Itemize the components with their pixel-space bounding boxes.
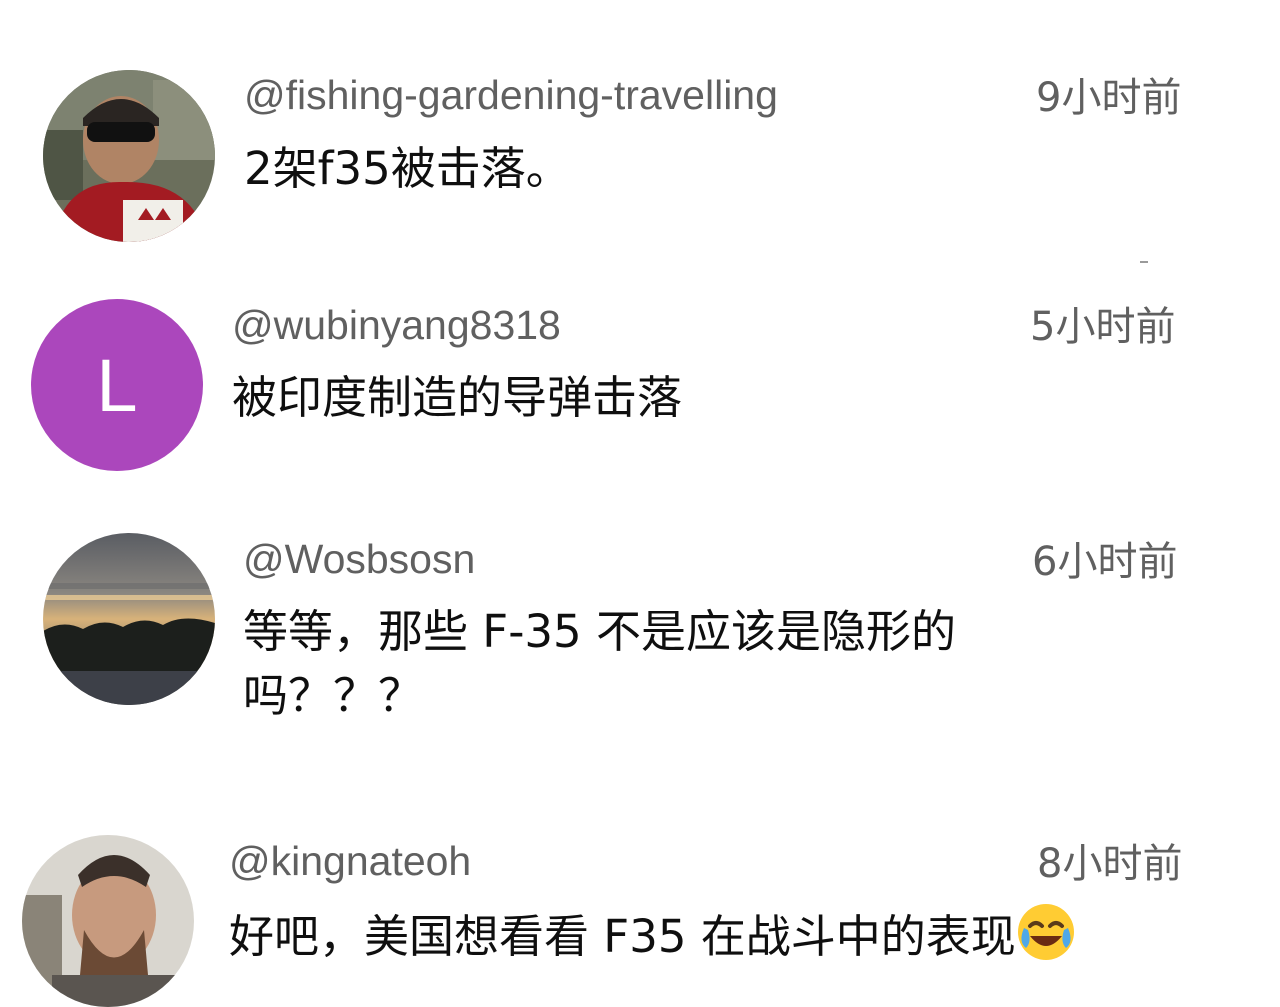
comment-text: 好吧，美国想看看 F35 在战斗中的表现: [229, 902, 1076, 969]
comment-timestamp: 5小时前: [1030, 304, 1176, 350]
comment-author[interactable]: @Wosbsosn: [243, 539, 475, 580]
comment-text: 等等，那些 F-35 不是应该是隐形的 吗？？？: [243, 600, 1023, 728]
comment-author[interactable]: @kingnateoh: [229, 841, 471, 882]
comment-text: 被印度制造的导弹击落: [232, 371, 683, 424]
comment-text-line: 等等，那些 F-35 不是应该是隐形的: [243, 605, 956, 658]
comment-author[interactable]: @wubinyang8318: [232, 305, 561, 346]
face-with-tears-of-joy-icon: [1016, 902, 1076, 962]
comment-timestamp: 6小时前: [1032, 539, 1178, 585]
comment-text-line: 吗？？？: [243, 669, 424, 722]
comment-author[interactable]: @fishing-gardening-travelling: [244, 75, 778, 116]
comment-timestamp: 9小时前: [1036, 75, 1182, 121]
avatar[interactable]: [22, 835, 194, 1007]
avatar[interactable]: L: [31, 299, 203, 471]
divider: [1140, 261, 1148, 263]
avatar[interactable]: [43, 533, 215, 705]
comment-timestamp: 8小时前: [1037, 841, 1183, 887]
comment-text-content: 好吧，美国想看看 F35 在战斗中的表现: [229, 910, 1016, 963]
comment-text: 2架f35被击落。: [244, 142, 571, 195]
avatar[interactable]: [43, 70, 215, 242]
